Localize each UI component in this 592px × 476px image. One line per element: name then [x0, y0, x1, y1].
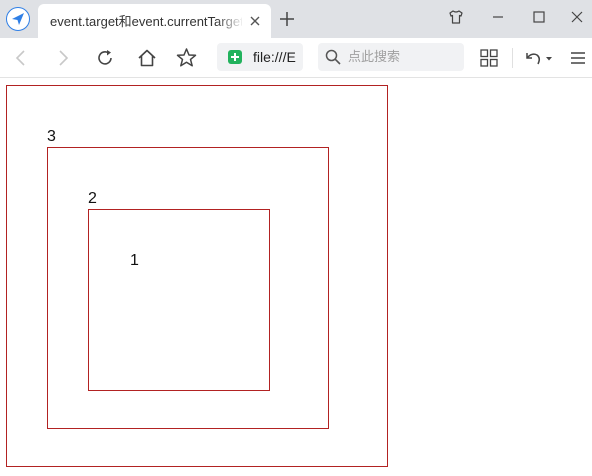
title-bar: event.target和event.currentTarget: [0, 0, 592, 38]
hamburger-menu-icon[interactable]: [570, 50, 586, 66]
apps-grid-icon[interactable]: [480, 49, 498, 67]
secure-shield-icon: [228, 50, 242, 64]
chevron-right-icon[interactable]: [54, 49, 72, 67]
undo-icon[interactable]: [524, 49, 554, 67]
close-icon[interactable]: [249, 15, 261, 27]
reload-icon[interactable]: [95, 48, 115, 68]
search-icon: [325, 49, 341, 65]
toolbar-divider: [512, 48, 513, 68]
paper-plane-compass-icon[interactable]: [6, 7, 30, 31]
star-icon[interactable]: [176, 47, 197, 68]
innermost-label: 1: [130, 252, 139, 269]
tab-active[interactable]: event.target和event.currentTarget: [38, 4, 271, 38]
tab-title: event.target和event.currentTarget: [50, 14, 242, 29]
address-bar[interactable]: file:///E: [217, 43, 303, 71]
plus-icon[interactable]: [280, 12, 294, 26]
inner-box-label: 2: [88, 190, 97, 207]
chevron-left-icon[interactable]: [12, 49, 30, 67]
search-placeholder: 点此搜索: [348, 49, 401, 64]
address-text: file:///E: [253, 49, 296, 65]
home-icon[interactable]: [137, 48, 157, 68]
minimize-icon[interactable]: [490, 9, 506, 25]
inner-box[interactable]: [88, 209, 270, 391]
maximize-icon[interactable]: [531, 9, 547, 25]
close-window-icon[interactable]: [569, 9, 585, 25]
middle-box-label: 3: [47, 128, 56, 145]
toolbar: file:///E 点此搜索: [0, 38, 592, 78]
tab-title-fade: [216, 10, 244, 32]
shirt-icon[interactable]: [448, 9, 464, 25]
search-input[interactable]: 点此搜索: [318, 43, 464, 71]
